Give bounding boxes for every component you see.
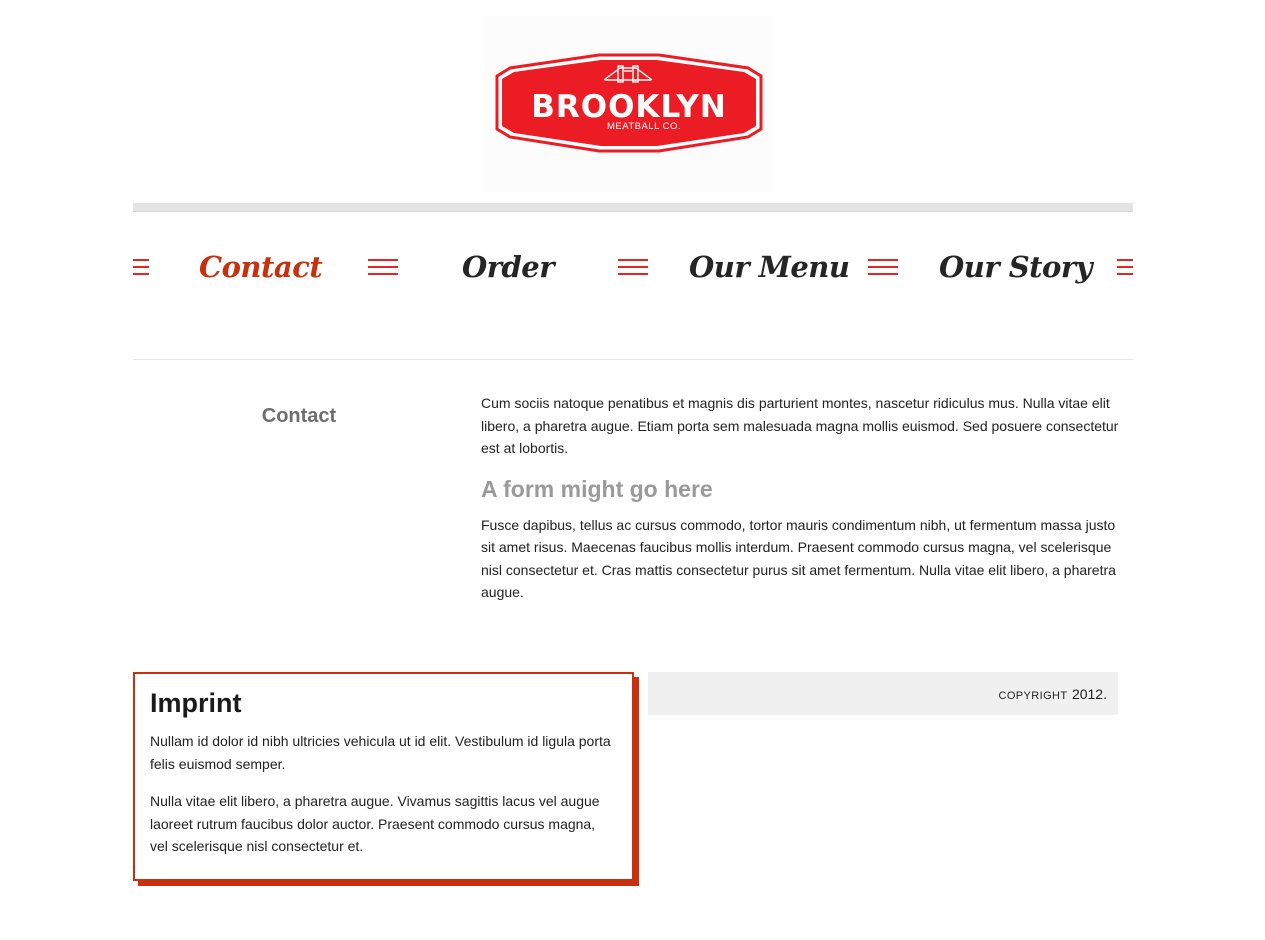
hamburger-bars-icon [618, 259, 648, 277]
copyright-year: 2012. [1071, 686, 1107, 702]
logo-wordmark: BROOKLYN [531, 89, 727, 125]
content-divider [133, 359, 1133, 360]
nav-item-order[interactable]: Order [449, 245, 567, 295]
imprint-box: Imprint Nullam id dolor id nibh ultricie… [133, 672, 634, 881]
hamburger-bars-icon [133, 259, 149, 277]
imprint-paragraph: Nullam id dolor id nibh ultricies vehicu… [150, 733, 611, 772]
header-divider [133, 203, 1133, 212]
imprint-title: Imprint [150, 688, 242, 718]
site-logo[interactable]: BROOKLYN MEATBALL CO. [484, 16, 774, 192]
nav-item-our-story[interactable]: Our Story [939, 245, 1093, 295]
page-title: Contact [261, 405, 337, 427]
nav-item-our-menu[interactable]: Our Menu [689, 245, 850, 295]
body-paragraph: Fusce dapibus, tellus ac cursus commodo,… [481, 516, 1116, 601]
nav-item-contact[interactable]: Contact [199, 245, 323, 295]
copyright-label: COPYRIGHT [998, 690, 1068, 702]
hamburger-bars-icon [1117, 259, 1133, 277]
copyright-bar: COPYRIGHT 2012. [648, 672, 1118, 715]
main-content: Cum sociis natoque penatibus et magnis d… [481, 392, 1121, 604]
form-heading: A form might go here [481, 475, 713, 502]
intro-paragraph: Cum sociis natoque penatibus et magnis d… [481, 395, 1119, 456]
hamburger-bars-icon [368, 259, 398, 277]
main-nav: Contact Order Our Menu Our Story [133, 245, 1133, 295]
logo-subtitle: MEATBALL CO. [606, 121, 682, 132]
hamburger-bars-icon [868, 259, 898, 277]
imprint-paragraph: Nulla vitae elit libero, a pharetra augu… [150, 793, 600, 854]
